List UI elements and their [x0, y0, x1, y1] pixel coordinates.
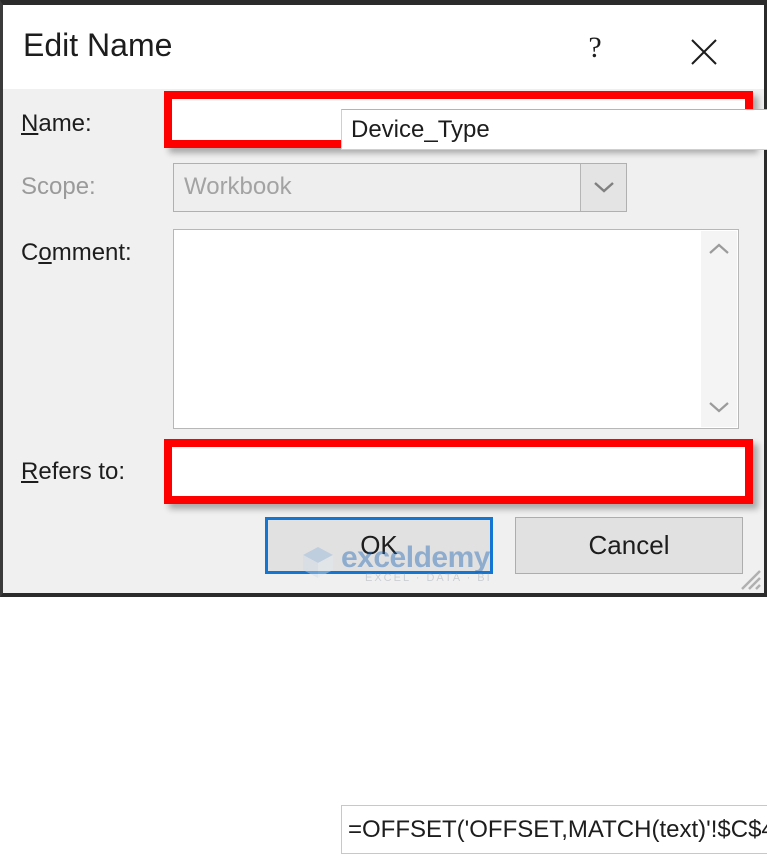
- scope-label: Scope:: [21, 173, 96, 201]
- name-highlight-box: [164, 91, 767, 150]
- refers-to-field-group: [341, 805, 767, 854]
- title-bar: Edit Name ?: [3, 5, 764, 89]
- name-label-text: ame:: [38, 110, 92, 137]
- refers-to-label-accel: R: [21, 458, 39, 485]
- ok-button[interactable]: OK: [265, 517, 493, 574]
- comment-scrollbar[interactable]: [701, 231, 737, 427]
- scope-selected-value: Workbook: [184, 173, 292, 200]
- name-label-accel: N: [21, 110, 39, 137]
- refers-to-highlight-box: [164, 439, 767, 854]
- refers-to-input[interactable]: [342, 806, 767, 853]
- comment-label-accel: o: [38, 239, 52, 266]
- comment-label-prefix: C: [21, 239, 39, 266]
- refers-to-label: Refers to:: [21, 458, 125, 486]
- name-label: Name:: [21, 110, 92, 138]
- comment-label-text: mment:: [51, 239, 132, 266]
- refers-to-label-text: efers to:: [38, 458, 126, 485]
- chevron-up-icon[interactable]: [701, 233, 737, 267]
- scope-dropdown[interactable]: Workbook: [173, 163, 627, 212]
- dialog-title: Edit Name: [23, 27, 173, 63]
- resize-grip-icon[interactable]: [736, 565, 762, 591]
- chevron-down-icon[interactable]: [701, 391, 737, 425]
- dialog-body: Name: Scope: Workbook Comment:: [3, 89, 767, 854]
- chevron-down-icon[interactable]: [580, 164, 626, 211]
- scope-label-accel: S: [21, 173, 38, 200]
- comment-input[interactable]: [174, 230, 700, 428]
- comment-box: [173, 229, 739, 429]
- name-input[interactable]: [341, 109, 767, 150]
- cancel-button[interactable]: Cancel: [515, 517, 743, 574]
- scope-label-text: cope:: [37, 173, 96, 200]
- close-x-icon[interactable]: [681, 25, 727, 71]
- help-icon[interactable]: ?: [575, 25, 615, 71]
- edit-name-dialog: Edit Name ? Name: Scope: Workbook: [0, 0, 767, 854]
- comment-label: Comment:: [21, 239, 132, 267]
